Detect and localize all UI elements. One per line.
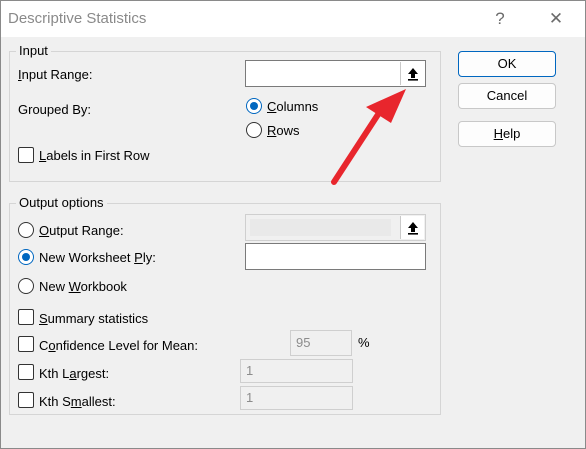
percent-sign: %	[358, 335, 370, 350]
columns-radio[interactable]	[246, 98, 262, 114]
help-icon[interactable]: ?	[487, 7, 513, 31]
collapse-dialog-icon	[407, 221, 418, 235]
new-worksheet-label: New Worksheet Ply:	[39, 250, 156, 265]
summary-statistics-label: Summary statistics	[39, 311, 149, 326]
output-range-field[interactable]	[245, 214, 426, 241]
rows-label: Rows	[267, 123, 300, 138]
input-range-field[interactable]	[245, 60, 426, 87]
input-range-label: Input Range:	[18, 67, 93, 82]
kth-largest-field[interactable]: 1	[240, 359, 353, 383]
dialog-title: Descriptive Statistics	[8, 10, 147, 27]
help-button[interactable]: Help	[458, 121, 556, 147]
kth-smallest-checkbox[interactable]	[18, 392, 34, 408]
kth-largest-label: Kth Largest:	[39, 366, 110, 381]
rows-radio[interactable]	[246, 122, 262, 138]
labels-first-row-checkbox[interactable]	[18, 147, 34, 163]
new-workbook-label: New Workbook	[39, 279, 127, 294]
new-worksheet-field[interactable]	[245, 243, 426, 270]
ok-button[interactable]: OK	[458, 51, 556, 77]
input-group-title: Input	[16, 43, 51, 58]
kth-largest-checkbox[interactable]	[18, 364, 34, 380]
confidence-level-checkbox[interactable]	[18, 336, 34, 352]
labels-first-row-label: Labels in First Row	[39, 148, 150, 163]
kth-smallest-value: 1	[246, 390, 254, 405]
kth-smallest-field[interactable]: 1	[240, 386, 353, 410]
cancel-button[interactable]: Cancel	[458, 83, 556, 109]
confidence-level-value: 95	[296, 335, 311, 350]
new-workbook-radio[interactable]	[18, 278, 34, 294]
kth-smallest-label: Kth Smallest:	[39, 394, 116, 409]
output-range-label: Output Range:	[39, 223, 124, 238]
title-bar: Descriptive Statistics ? ✕	[1, 1, 585, 37]
collapse-dialog-icon	[407, 67, 418, 81]
input-range-collapse-button[interactable]	[400, 62, 424, 85]
output-group-title: Output options	[16, 195, 107, 210]
output-range-collapse-button[interactable]	[400, 216, 424, 239]
close-icon[interactable]: ✕	[543, 7, 569, 31]
output-range-inner	[250, 219, 391, 236]
new-worksheet-radio[interactable]	[18, 249, 34, 265]
confidence-level-field[interactable]: 95	[290, 330, 352, 356]
summary-statistics-checkbox[interactable]	[18, 309, 34, 325]
dialog-window: Descriptive Statistics ? ✕ Input Input R…	[0, 0, 586, 449]
grouped-by-label: Grouped By:	[18, 102, 91, 117]
columns-label: Columns	[267, 99, 319, 114]
kth-largest-value: 1	[246, 363, 254, 378]
output-range-radio[interactable]	[18, 222, 34, 238]
confidence-level-label: Confidence Level for Mean:	[39, 338, 198, 353]
